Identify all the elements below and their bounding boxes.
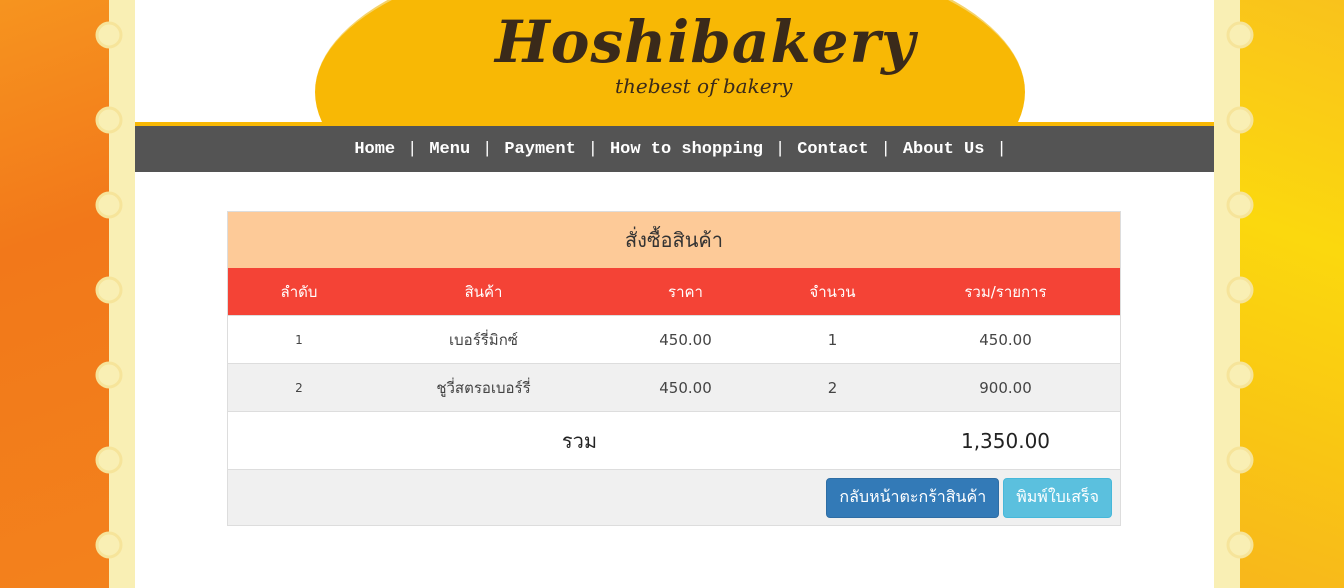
brand-tagline: thebest of bakery xyxy=(615,74,793,98)
header-divider xyxy=(135,122,1214,126)
nav-separator: | xyxy=(407,139,418,159)
cell-no: 2 xyxy=(228,363,370,412)
nav-home[interactable]: Home xyxy=(342,140,407,159)
nav-separator: | xyxy=(587,139,598,159)
table-header-row: ลำดับ สินค้า ราคา จำนวน รวม/รายการ xyxy=(228,268,1120,316)
order-title: สั่งซื้อสินค้า xyxy=(228,212,1120,268)
site-header: Hoshibakery thebest of bakery xyxy=(135,0,1214,126)
cell-qty: 1 xyxy=(774,315,891,364)
left-background xyxy=(0,0,135,588)
cell-product: เบอร์รี่มิกซ์ xyxy=(370,315,597,364)
table-row: 2 ชูวี่สตรอเบอร์รี่ 450.00 2 900.00 xyxy=(228,363,1120,412)
order-table: ลำดับ สินค้า ราคา จำนวน รวม/รายการ 1 เบอ… xyxy=(228,268,1120,469)
print-receipt-button[interactable]: พิมพ์ใบเสร็จ xyxy=(1003,477,1112,518)
col-header-price: ราคา xyxy=(597,268,774,316)
nav-separator: | xyxy=(880,139,891,159)
main-navbar: Home | Menu | Payment | How to shopping … xyxy=(135,126,1214,172)
total-value: 1,350.00 xyxy=(891,411,1120,469)
order-actions: กลับหน้าตะกร้าสินค้า พิมพ์ใบเสร็จ xyxy=(228,469,1120,525)
right-background xyxy=(1214,0,1344,588)
cell-subtotal: 450.00 xyxy=(891,315,1120,364)
col-header-product: สินค้า xyxy=(370,268,597,316)
page-container: Hoshibakery thebest of bakery Home | Men… xyxy=(135,0,1214,588)
nav-contact[interactable]: Contact xyxy=(785,140,880,159)
nav-payment[interactable]: Payment xyxy=(492,140,587,159)
back-to-cart-button[interactable]: กลับหน้าตะกร้าสินค้า xyxy=(826,477,1000,518)
nav-how-to-shopping[interactable]: How to shopping xyxy=(598,140,775,159)
total-row: รวม 1,350.00 xyxy=(228,411,1120,469)
col-header-qty: จำนวน xyxy=(774,268,891,316)
brand-logo[interactable]: Hoshibakery xyxy=(495,8,916,76)
cell-product: ชูวี่สตรอเบอร์รี่ xyxy=(370,363,597,412)
col-header-subtotal: รวม/รายการ xyxy=(891,268,1120,316)
cell-subtotal: 900.00 xyxy=(891,363,1120,412)
right-scallop-border xyxy=(1214,0,1254,588)
total-label: รวม xyxy=(228,411,597,469)
cell-qty: 2 xyxy=(774,363,891,412)
order-panel: สั่งซื้อสินค้า ลำดับ สินค้า ราคา จำนวน ร… xyxy=(227,211,1121,526)
cell-no: 1 xyxy=(228,315,370,364)
nav-separator: | xyxy=(482,139,493,159)
cell-price: 450.00 xyxy=(597,315,774,364)
left-scallop-border xyxy=(95,0,135,588)
nav-menu[interactable]: Menu xyxy=(417,140,482,159)
nav-separator: | xyxy=(775,139,786,159)
table-row: 1 เบอร์รี่มิกซ์ 450.00 1 450.00 xyxy=(228,315,1120,364)
nav-separator: | xyxy=(996,139,1007,159)
nav-about-us[interactable]: About Us xyxy=(891,140,997,159)
col-header-no: ลำดับ xyxy=(228,268,370,316)
cell-price: 450.00 xyxy=(597,363,774,412)
